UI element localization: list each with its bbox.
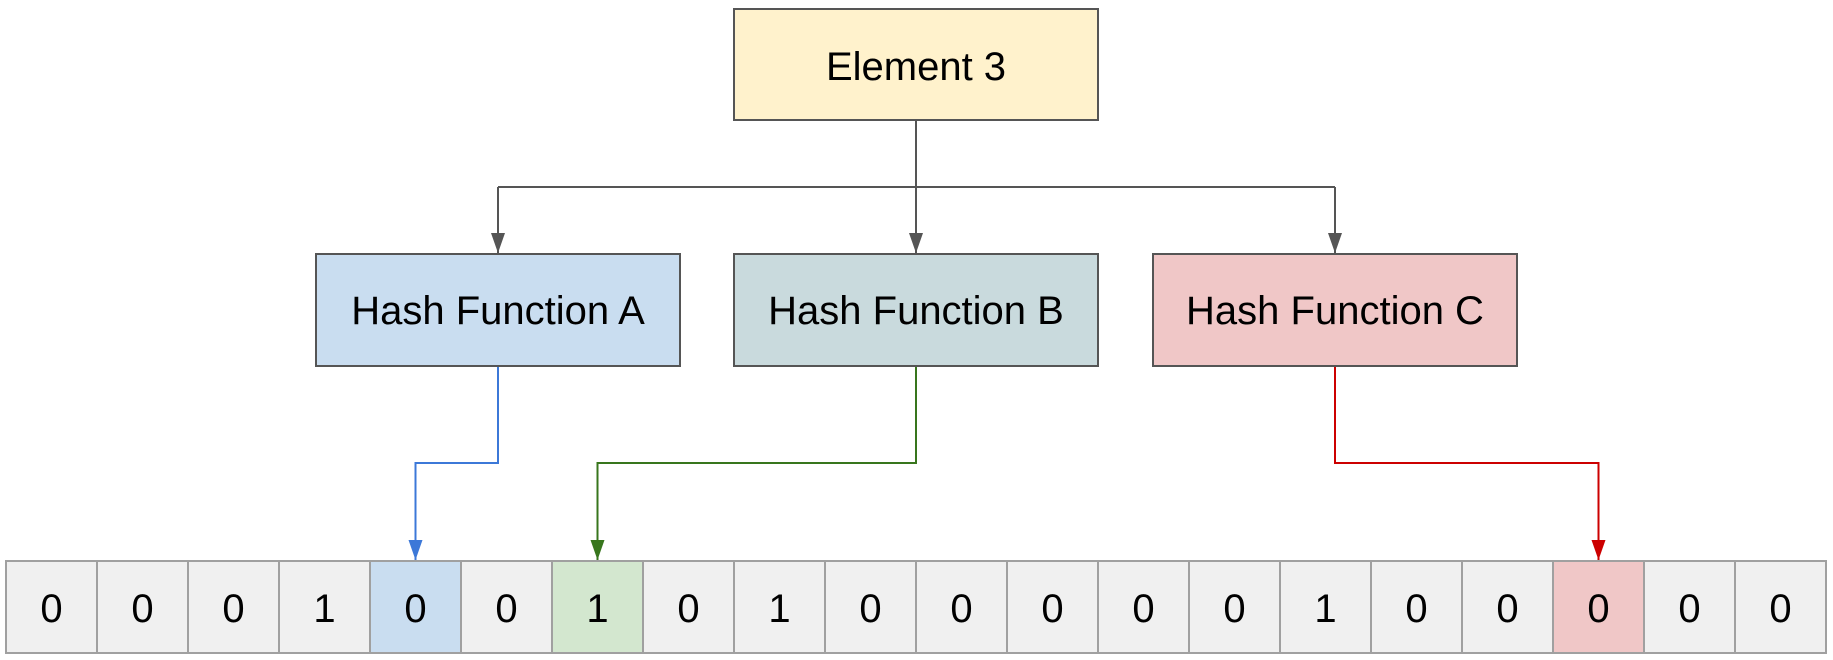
bit-cell: 0 bbox=[1370, 560, 1463, 654]
connector-hash-c-to-bit bbox=[1334, 366, 1606, 560]
bit-cell: 0 bbox=[1097, 560, 1190, 654]
bit-value: 0 bbox=[1769, 587, 1791, 631]
bit-value: 0 bbox=[404, 587, 426, 631]
bit-value: 1 bbox=[313, 587, 335, 631]
connector-hash-a-to-bit bbox=[408, 366, 499, 560]
bit-cell: 0 bbox=[1188, 560, 1281, 654]
bit-value: 0 bbox=[950, 587, 972, 631]
bit-value: 1 bbox=[586, 587, 608, 631]
hash-function-b-box: Hash Function B bbox=[733, 253, 1099, 367]
bit-cell: 0 bbox=[1006, 560, 1099, 654]
source-element-label: Element 3 bbox=[826, 45, 1006, 89]
bit-value: 0 bbox=[495, 587, 517, 631]
bit-value: 1 bbox=[1314, 587, 1336, 631]
hash-function-c-label: Hash Function C bbox=[1186, 289, 1484, 333]
bit-value: 0 bbox=[1132, 587, 1154, 631]
bit-value: 0 bbox=[40, 587, 62, 631]
bit-cell: 0 bbox=[460, 560, 553, 654]
bit-value: 0 bbox=[1041, 587, 1063, 631]
connector-hash-b-to-bit bbox=[590, 366, 917, 560]
bit-cell: 0 bbox=[642, 560, 735, 654]
bit-value: 0 bbox=[222, 587, 244, 631]
bit-cell: 1 bbox=[551, 560, 644, 654]
bit-cell: 1 bbox=[733, 560, 826, 654]
bit-value: 0 bbox=[131, 587, 153, 631]
hash-function-a-box: Hash Function A bbox=[315, 253, 681, 367]
bit-cell: 0 bbox=[1643, 560, 1736, 654]
hash-function-b-label: Hash Function B bbox=[768, 289, 1064, 333]
bit-cell: 0 bbox=[824, 560, 917, 654]
hash-function-c-box: Hash Function C bbox=[1152, 253, 1518, 367]
bit-value: 0 bbox=[1496, 587, 1518, 631]
bit-array: 0 0 0 1 0 0 1 0 1 0 0 0 0 0 1 0 0 0 0 0 bbox=[5, 560, 1827, 654]
source-element-box: Element 3 bbox=[733, 8, 1099, 121]
bit-cell: 1 bbox=[278, 560, 371, 654]
bit-cell: 0 bbox=[1552, 560, 1645, 654]
bit-value: 0 bbox=[677, 587, 699, 631]
bit-cell: 0 bbox=[5, 560, 98, 654]
bit-value: 0 bbox=[1223, 587, 1245, 631]
bit-cell: 0 bbox=[187, 560, 280, 654]
hash-function-a-label: Hash Function A bbox=[351, 289, 645, 333]
bit-cell: 0 bbox=[915, 560, 1008, 654]
bloom-filter-diagram: Element 3 Hash Function A Hash Function B… bbox=[5, 8, 1827, 654]
bit-value: 0 bbox=[1405, 587, 1427, 631]
bit-value: 0 bbox=[1587, 587, 1609, 631]
bit-cell: 1 bbox=[1279, 560, 1372, 654]
bit-cell: 0 bbox=[96, 560, 189, 654]
bit-value: 0 bbox=[859, 587, 881, 631]
bit-cell: 0 bbox=[1734, 560, 1827, 654]
bit-value: 1 bbox=[768, 587, 790, 631]
bit-cell: 0 bbox=[1461, 560, 1554, 654]
bit-cell: 0 bbox=[369, 560, 462, 654]
bit-value: 0 bbox=[1678, 587, 1700, 631]
